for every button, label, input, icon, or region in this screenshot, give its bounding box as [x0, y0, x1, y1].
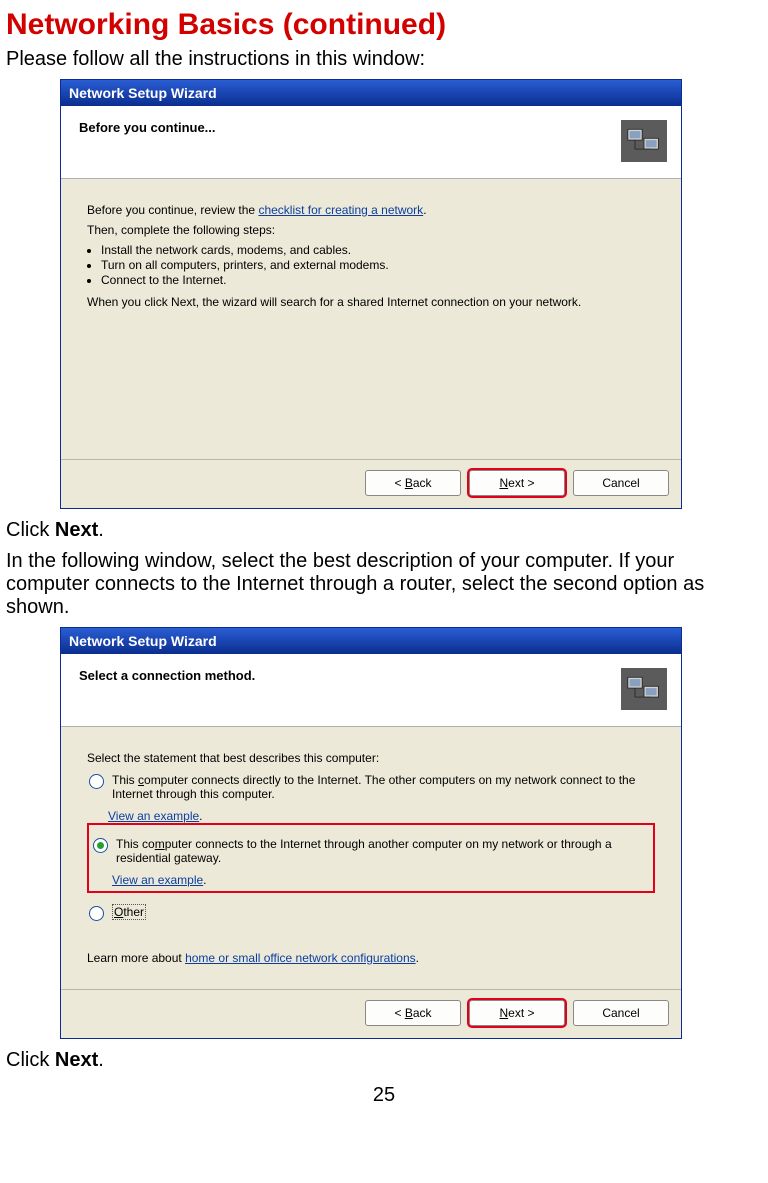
wizard2-titlebar: Network Setup Wizard [61, 628, 681, 654]
view-example-link[interactable]: View an example [112, 873, 203, 887]
text: . [98, 1049, 104, 1071]
radio-label: This computer connects to the Internet t… [116, 837, 649, 865]
radio-icon [93, 838, 108, 853]
mid-paragraph: In the following window, select the best… [6, 550, 762, 619]
list-item: Connect to the Internet. [101, 273, 655, 287]
click-next-1: Click Next. [6, 519, 762, 542]
text: ther [123, 905, 144, 919]
page-number: 25 [6, 1084, 762, 1107]
view-example-link[interactable]: View an example [108, 809, 199, 823]
wizard1-steps-list: Install the network cards, modems, and c… [87, 243, 655, 287]
wizard1-footer: < Back Next > Cancel [61, 459, 681, 508]
back-button[interactable]: < Back [365, 470, 461, 496]
back-button[interactable]: < Back [365, 1000, 461, 1026]
radio-option-gateway[interactable]: This computer connects to the Internet t… [91, 835, 651, 867]
network-computers-icon [621, 120, 667, 162]
page-title: Networking Basics (continued) [6, 8, 762, 42]
wizard2-footer: < Back Next > Cancel [61, 989, 681, 1038]
text: Click [6, 1049, 55, 1071]
wizard2-header: Select a connection method. [61, 654, 681, 727]
text: . [416, 951, 419, 965]
text: m [155, 837, 165, 851]
radio-label: Other [112, 905, 146, 919]
wizard1-footer-line: When you click Next, the wizard will sea… [87, 295, 655, 309]
wizard2-body: Select the statement that best describes… [61, 727, 681, 989]
radio-option-direct[interactable]: This computer connects directly to the I… [87, 771, 655, 803]
text: . [423, 203, 426, 217]
text: Click [6, 519, 55, 541]
list-item: Turn on all computers, printers, and ext… [101, 258, 655, 272]
click-next-2: Click Next. [6, 1049, 762, 1072]
wizard2-header-text: Select a connection method. [79, 668, 255, 683]
learn-more-line: Learn more about home or small office ne… [87, 951, 655, 965]
next-button[interactable]: Next > [469, 470, 565, 496]
wizard1-header: Before you continue... [61, 106, 681, 179]
text: This [112, 773, 138, 787]
network-computers-icon [621, 668, 667, 710]
text: Before you continue, review the [87, 203, 258, 217]
highlighted-option: This computer connects to the Internet t… [87, 823, 655, 893]
wizard1-review-line: Before you continue, review the checklis… [87, 203, 655, 217]
wizard1-body: Before you continue, review the checklis… [61, 179, 681, 459]
radio-option-other[interactable]: Other [87, 903, 655, 923]
text: O [114, 905, 123, 919]
text: Learn more about [87, 951, 185, 965]
learn-more-link[interactable]: home or small office network configurati… [185, 951, 416, 965]
wizard-select-connection: Network Setup Wizard Select a connection… [60, 627, 682, 1039]
radio-icon [89, 906, 104, 921]
wizard1-header-text: Before you continue... [79, 120, 216, 135]
list-item: Install the network cards, modems, and c… [101, 243, 655, 257]
text: Next [55, 1049, 98, 1071]
text: This co [116, 837, 155, 851]
checklist-link[interactable]: checklist for creating a network [258, 203, 423, 217]
next-button[interactable]: Next > [469, 1000, 565, 1026]
text: . [98, 519, 104, 541]
text: Next [55, 519, 98, 541]
text: omputer connects directly to the Interne… [112, 773, 635, 801]
wizard-before-you-continue: Network Setup Wizard Before you continue… [60, 79, 682, 509]
cancel-button[interactable]: Cancel [573, 470, 669, 496]
radio-label: This computer connects directly to the I… [112, 773, 653, 801]
intro-text: Please follow all the instructions in th… [6, 48, 762, 71]
radio-icon [89, 774, 104, 789]
text: puter connects to the Internet through a… [116, 837, 612, 865]
wizard1-titlebar: Network Setup Wizard [61, 80, 681, 106]
cancel-button[interactable]: Cancel [573, 1000, 669, 1026]
wizard2-prompt: Select the statement that best describes… [87, 751, 655, 765]
wizard1-steps-label: Then, complete the following steps: [87, 223, 655, 237]
